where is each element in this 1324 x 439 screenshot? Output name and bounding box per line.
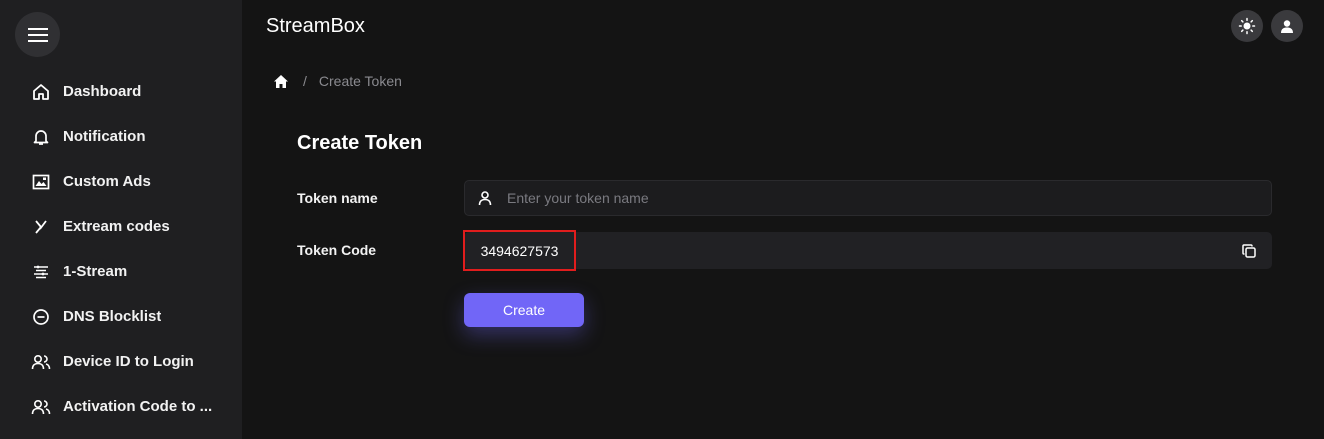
sidebar-item-label: Dashboard: [63, 83, 142, 100]
sidebar-item-label: Extream codes: [63, 218, 170, 235]
sidebar-item-activation-code[interactable]: Activation Code to ...: [0, 384, 242, 429]
copy-icon: [1242, 244, 1256, 258]
theme-toggle-button[interactable]: [1231, 10, 1263, 42]
sidebar-item-label: Device ID to Login: [63, 353, 194, 370]
sidebar-item-dashboard[interactable]: Dashboard: [0, 69, 242, 114]
user-icon: [1281, 20, 1293, 33]
stream-icon: [31, 262, 51, 282]
app-title: StreamBox: [266, 15, 365, 37]
x-icon: [31, 217, 51, 237]
token-code-value[interactable]: 3494627573: [463, 230, 576, 271]
hamburger-icon: [27, 27, 48, 42]
sidebar-item-1-stream[interactable]: 1-Stream: [0, 249, 242, 294]
sidebar: Dashboard Notification Custom Ads Extrea…: [0, 0, 242, 439]
sidebar-item-dns-blocklist[interactable]: DNS Blocklist: [0, 294, 242, 339]
sidebar-item-label: DNS Blocklist: [63, 308, 162, 325]
bell-icon: [31, 127, 51, 147]
users-icon: [31, 352, 51, 372]
sidebar-item-notification[interactable]: Notification: [0, 114, 242, 159]
token-name-field: [464, 180, 1272, 216]
create-button[interactable]: Create: [464, 293, 584, 327]
users-icon: [31, 397, 51, 417]
user-menu-button[interactable]: [1271, 10, 1303, 42]
token-name-input[interactable]: [505, 189, 1271, 207]
user-outline-icon: [477, 190, 493, 206]
ad-icon: [31, 172, 51, 192]
page-title: Create Token: [297, 132, 423, 154]
sun-icon: [1238, 17, 1256, 35]
sidebar-item-label: Activation Code to ...: [63, 398, 213, 415]
breadcrumb-current: Create Token: [318, 73, 402, 89]
home-icon[interactable]: [273, 74, 289, 89]
copy-button[interactable]: [1240, 242, 1258, 260]
sidebar-item-custom-ads[interactable]: Custom Ads: [0, 159, 242, 204]
sidebar-nav: Dashboard Notification Custom Ads Extrea…: [0, 69, 242, 429]
sidebar-item-device-id-login[interactable]: Device ID to Login: [0, 339, 242, 384]
sidebar-item-label: 1-Stream: [63, 263, 128, 280]
token-code-label: Token Code: [297, 242, 377, 258]
menu-toggle-button[interactable]: [15, 12, 60, 57]
token-name-label: Token name: [297, 190, 378, 206]
breadcrumb-separator: /: [303, 73, 307, 89]
breadcrumb: / Create Token: [273, 73, 402, 89]
minus-circle-icon: [31, 307, 51, 327]
home-icon: [31, 82, 51, 102]
sidebar-item-label: Custom Ads: [63, 173, 151, 190]
sidebar-item-extream-codes[interactable]: Extream codes: [0, 204, 242, 249]
sidebar-item-label: Notification: [63, 128, 146, 145]
token-code-field: 3494627573: [463, 230, 1272, 271]
